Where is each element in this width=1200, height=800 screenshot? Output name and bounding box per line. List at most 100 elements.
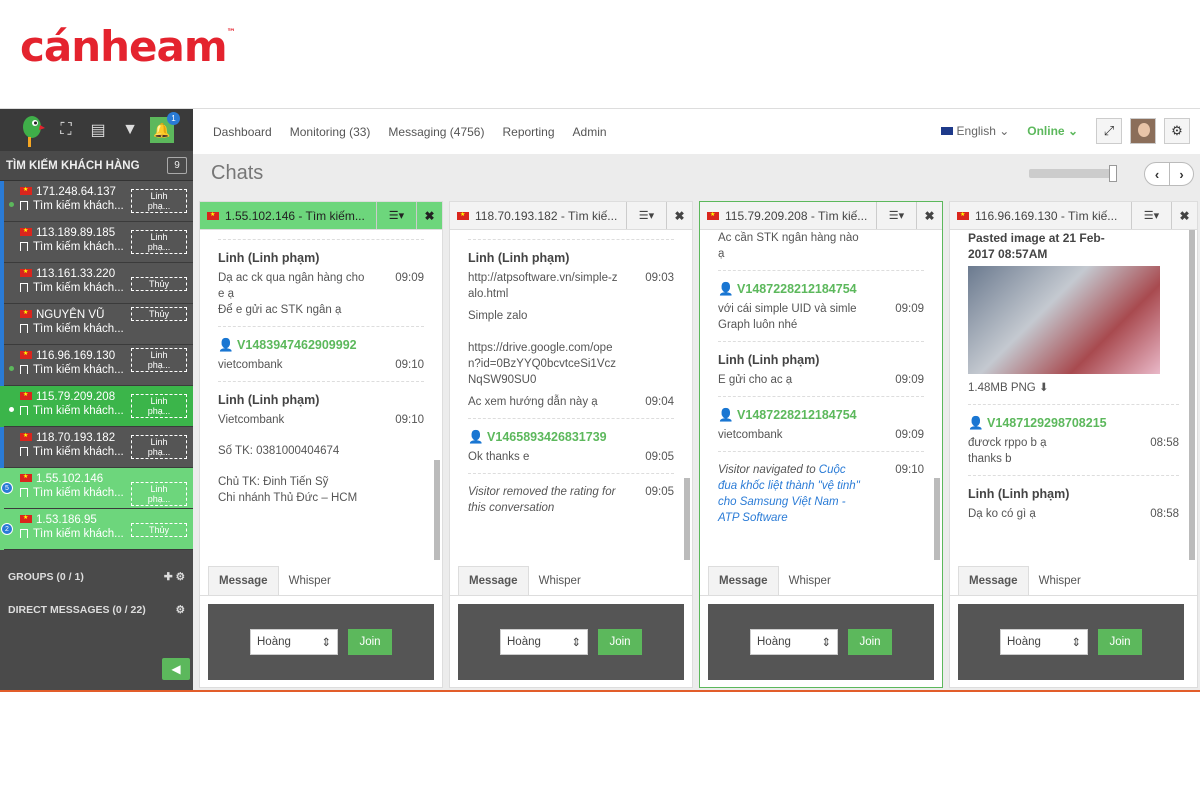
agent-select[interactable]: Hoàng ⇕ (750, 629, 838, 655)
chat-messages[interactable]: Linh (Linh phạm) Dạ ac ck qua ngân hàng c… (200, 230, 442, 562)
nav-messaging[interactable]: Messaging (4756) (388, 125, 484, 139)
bookmark-icon (20, 324, 28, 333)
scrollbar[interactable] (434, 460, 440, 560)
gear-icon[interactable]: ⚙ (1164, 118, 1190, 144)
tab-whisper[interactable]: Whisper (279, 567, 341, 595)
pasted-image[interactable] (968, 266, 1160, 374)
visitor-count: 9 (167, 157, 187, 174)
join-button[interactable]: Join (848, 629, 892, 655)
close-icon[interactable]: ✖ (416, 202, 442, 229)
visitor-item[interactable]: NGUYÊN VŨTìm kiếm khách...Thủy (0, 304, 193, 345)
chat-panel-header[interactable]: 118.70.193.182 - Tìm kiế...☰▾✖ (450, 202, 692, 230)
chat-panel: 118.70.193.182 - Tìm kiế...☰▾✖ Linh (Lin… (449, 201, 693, 688)
tab-message[interactable]: Message (708, 566, 779, 595)
composer-tabs: Message Whisper (950, 562, 1197, 596)
join-button[interactable]: Join (1098, 629, 1142, 655)
chat-panel-header[interactable]: 1.55.102.146 - Tìm kiếm...☰▾✖ (200, 202, 442, 230)
agent-select[interactable]: Hoàng ⇕ (1000, 629, 1088, 655)
bookmark-icon (20, 365, 28, 374)
id-card-icon[interactable]: ▤ (86, 118, 110, 142)
nav-reporting[interactable]: Reporting (502, 125, 554, 139)
notification-bell-icon[interactable]: 🔔 1 (150, 112, 180, 143)
tab-whisper[interactable]: Whisper (529, 567, 591, 595)
visitor-item[interactable]: 118.70.193.182Tìm kiếm khách...Linh phạ.… (0, 427, 193, 468)
unread-badge: 5 (1, 482, 13, 494)
status-select[interactable]: Online ⌄ (1027, 124, 1078, 138)
chat-message: Visitor removed the rating for this conv… (468, 486, 674, 514)
avatar[interactable] (1130, 118, 1156, 144)
scrollbar[interactable] (684, 478, 690, 560)
composer-footer: Hoàng ⇕ Join (208, 604, 434, 680)
composer-footer: Hoàng ⇕ Join (958, 604, 1184, 680)
screen-capture-icon[interactable]: ⛶ (54, 118, 78, 142)
visitor-item-active[interactable]: 115.79.209.208Tìm kiếm khách...Linh phạ.… (0, 386, 193, 427)
direct-settings-icon[interactable]: ⚙ (176, 604, 185, 616)
visitor-item[interactable]: 113.161.33.220Tìm kiếm khách...Thủy (0, 263, 193, 304)
bookmark-icon (20, 488, 28, 497)
nav-monitoring[interactable]: Monitoring (33) (290, 125, 371, 139)
agent-tag: Linh phạ... (131, 394, 187, 418)
visitor-item[interactable]: 21.53.186.95Tìm kiếm khách...Thủy (0, 509, 193, 550)
download-link[interactable]: 1.48MB PNG ⬇ (968, 380, 1118, 396)
chat-messages[interactable]: Linh (Linh phạm) http://atpsoftware.vn/si… (450, 230, 692, 562)
visitor-item[interactable]: 171.248.64.137Tìm kiếm khách...Linh phạ.… (0, 181, 193, 222)
sidebar-toolbar: ⛶ ▤ ▼ 🔔 1 (0, 109, 193, 151)
chat-messages[interactable]: Pasted image at 21 Feb-2017 08:57AM 1.48M… (950, 230, 1197, 562)
chevron-left-icon[interactable]: ‹ (1145, 163, 1169, 185)
brand-logo: cánheam™ (20, 22, 236, 71)
scrollbar[interactable] (1189, 230, 1195, 560)
groups-label[interactable]: GROUPS (0 / 1) (8, 571, 84, 583)
visitor-item[interactable]: 113.189.89.185Tìm kiếm khách...Linh phạ.… (0, 222, 193, 263)
vietnam-flag-icon (20, 309, 32, 318)
language-select[interactable]: English ⌄ (940, 124, 1009, 138)
chat-message: Linh (Linh phạm) Dạ ko có gì ạ 08:58 (968, 487, 1179, 520)
chat-panel: 116.96.169.130 - Tìm kiế...☰▾✖ Pasted im… (949, 201, 1198, 688)
chats-header: Chats ‹ › (193, 154, 1200, 192)
message-link[interactable]: http://atpsoftware.vn/simple-zalo.html (468, 270, 618, 302)
menu-icon[interactable]: ☰▾ (876, 202, 916, 229)
panel-size-slider[interactable] (1029, 165, 1117, 182)
direct-messages-label[interactable]: DIRECT MESSAGES (0 / 22) (8, 604, 146, 616)
close-icon[interactable]: ✖ (1171, 202, 1197, 229)
uk-flag-icon (940, 127, 953, 135)
chat-message: 👤 V1483947462909992 vietcombank 09:10 (218, 327, 424, 382)
visitor-search-title: TÌM KIẾM KHÁCH HÀNG (6, 159, 140, 172)
tab-message[interactable]: Message (208, 566, 279, 595)
composer-tabs: Message Whisper (700, 562, 942, 596)
fullscreen-icon[interactable]: ⤢ (1096, 118, 1122, 144)
nav-dashboard[interactable]: Dashboard (213, 125, 272, 139)
close-icon[interactable]: ✖ (916, 202, 942, 229)
vietnam-flag-icon (207, 211, 219, 220)
agent-select[interactable]: Hoàng ⇕ (500, 629, 588, 655)
scrollbar[interactable] (934, 478, 940, 560)
menu-icon[interactable]: ☰▾ (1131, 202, 1171, 229)
join-button[interactable]: Join (598, 629, 642, 655)
tab-message[interactable]: Message (958, 566, 1029, 595)
nav-admin[interactable]: Admin (573, 125, 607, 139)
filter-icon[interactable]: ▼ (118, 118, 142, 142)
agent-select[interactable]: Hoàng ⇕ (250, 629, 338, 655)
visitor-item[interactable]: 116.96.169.130Tìm kiếm khách...Linh phạ.… (0, 345, 193, 386)
menu-icon[interactable]: ☰▾ (626, 202, 666, 229)
message-link[interactable]: https://drive.google.com/open?id=0BzYYQ0… (468, 340, 618, 388)
tab-whisper[interactable]: Whisper (779, 567, 841, 595)
tab-message[interactable]: Message (458, 566, 529, 595)
add-group-icon[interactable]: ✚ ⚙ (164, 571, 185, 583)
close-icon[interactable]: ✖ (666, 202, 692, 229)
vietnam-flag-icon (20, 350, 32, 359)
chat-panel-header[interactable]: 115.79.209.208 - Tìm kiế...☰▾✖ (700, 202, 942, 230)
tab-whisper[interactable]: Whisper (1029, 567, 1091, 595)
chevron-right-icon[interactable]: › (1169, 163, 1193, 185)
vietnam-flag-icon (20, 227, 32, 236)
chat-messages[interactable]: Ac cần STK ngân hàng nào ạ 👤 V1487228212… (700, 230, 942, 562)
chat-panel-header[interactable]: 116.96.169.130 - Tìm kiế...☰▾✖ (950, 202, 1197, 230)
top-nav: Dashboard Monitoring (33) Messaging (475… (193, 109, 1200, 154)
collapse-sidebar-button[interactable]: ◀ (162, 658, 190, 680)
visitor-item[interactable]: 51.55.102.146Tìm kiếm khách...Linh phạ..… (0, 468, 193, 509)
chat-message: Ac cần STK ngân hàng nào ạ (718, 230, 924, 271)
app-window: ⛶ ▤ ▼ 🔔1 TÌM KIẾM KHÁCH HÀNG 9 171.248.6… (0, 108, 1200, 692)
chat-message: Pasted image at 21 Feb-2017 08:57AM 1.48M… (968, 230, 1179, 405)
vietnam-flag-icon (20, 391, 32, 400)
join-button[interactable]: Join (348, 629, 392, 655)
menu-icon[interactable]: ☰▾ (376, 202, 416, 229)
